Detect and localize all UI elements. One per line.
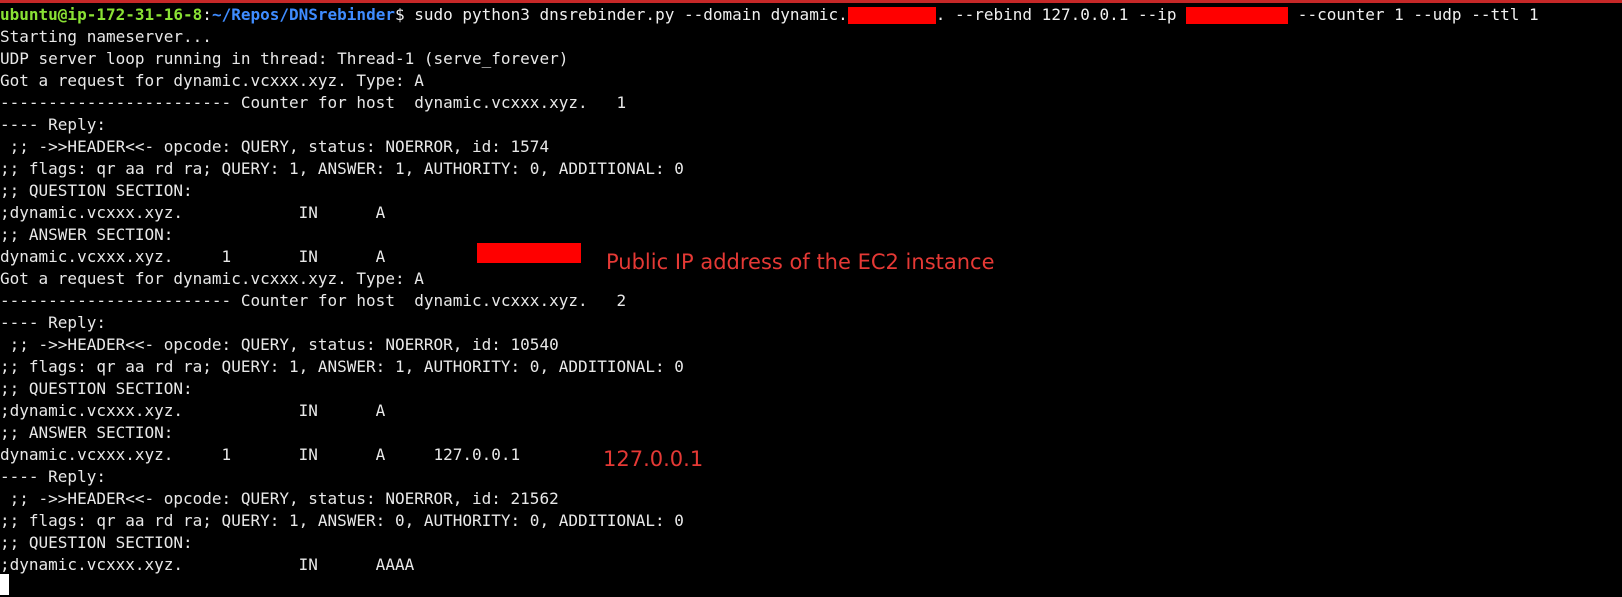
command-part-2: . --rebind 127.0.0.1 --ip (935, 5, 1187, 24)
output-line: Starting nameserver... (0, 27, 212, 46)
prompt-symbol: $ (394, 5, 405, 24)
output-line: ;dynamic.vcxxx.xyz. IN A (0, 401, 386, 420)
prompt-line: ubuntu@ip-172-31-16-8:~/Repos/DNSrebinde… (0, 4, 1539, 26)
localhost-annotation: 127.0.0.1 (603, 447, 704, 471)
redacted-answer-ip (477, 243, 581, 263)
prompt-separator: : (202, 5, 212, 24)
output-line: Got a request for dynamic.vcxxx.xyz. Typ… (0, 269, 424, 288)
output-line: dynamic.vcxxx.xyz. 1 IN A (0, 247, 386, 266)
output-line: ---- Reply: (0, 313, 106, 332)
output-line: ---- Reply: (0, 467, 106, 486)
output-line: ;; ->>HEADER<<- opcode: QUERY, status: N… (0, 137, 550, 156)
output-line: ---- Reply: (0, 115, 106, 134)
prompt-user-host: ubuntu@ip-172-31-16-8 (0, 5, 203, 24)
output-line: ;; QUESTION SECTION: (0, 181, 193, 200)
public-ip-annotation: Public IP address of the EC2 instance (606, 250, 995, 274)
terminal-window[interactable]: ubuntu@ip-172-31-16-8:~/Repos/DNSrebinde… (0, 0, 1622, 597)
output-line: ;; ANSWER SECTION: (0, 225, 174, 244)
output-line: UDP server loop running in thread: Threa… (0, 49, 569, 68)
command-part-1: sudo python3 dnsrebinder.py --domain dyn… (404, 5, 848, 24)
redacted-domain (847, 7, 936, 24)
output-line: ;; ANSWER SECTION: (0, 423, 174, 442)
output-line: Got a request for dynamic.vcxxx.xyz. Typ… (0, 71, 424, 90)
output-line: ;; QUESTION SECTION: (0, 379, 193, 398)
output-line: ;; flags: qr aa rd ra; QUERY: 1, ANSWER:… (0, 357, 684, 376)
output-line: ;; flags: qr aa rd ra; QUERY: 1, ANSWER:… (0, 511, 684, 530)
redacted-ip (1186, 7, 1289, 24)
output-line: ------------------------ Counter for hos… (0, 291, 627, 310)
terminal-cursor (0, 574, 9, 595)
output-line: ;; QUESTION SECTION: (0, 533, 193, 552)
output-line: ------------------------ Counter for hos… (0, 93, 627, 112)
output-line: ;; flags: qr aa rd ra; QUERY: 1, ANSWER:… (0, 159, 684, 178)
window-top-accent (0, 0, 1622, 3)
output-line: ;dynamic.vcxxx.xyz. IN AAAA (0, 555, 415, 574)
output-line: ;; ->>HEADER<<- opcode: QUERY, status: N… (0, 335, 559, 354)
output-line: dynamic.vcxxx.xyz. 1 IN A 127.0.0.1 (0, 445, 521, 464)
output-line: ;; ->>HEADER<<- opcode: QUERY, status: N… (0, 489, 559, 508)
output-line: ;dynamic.vcxxx.xyz. IN A (0, 203, 386, 222)
command-part-3: --counter 1 --udp --ttl 1 (1288, 5, 1539, 24)
prompt-path: ~/Repos/DNSrebinder (211, 5, 395, 24)
